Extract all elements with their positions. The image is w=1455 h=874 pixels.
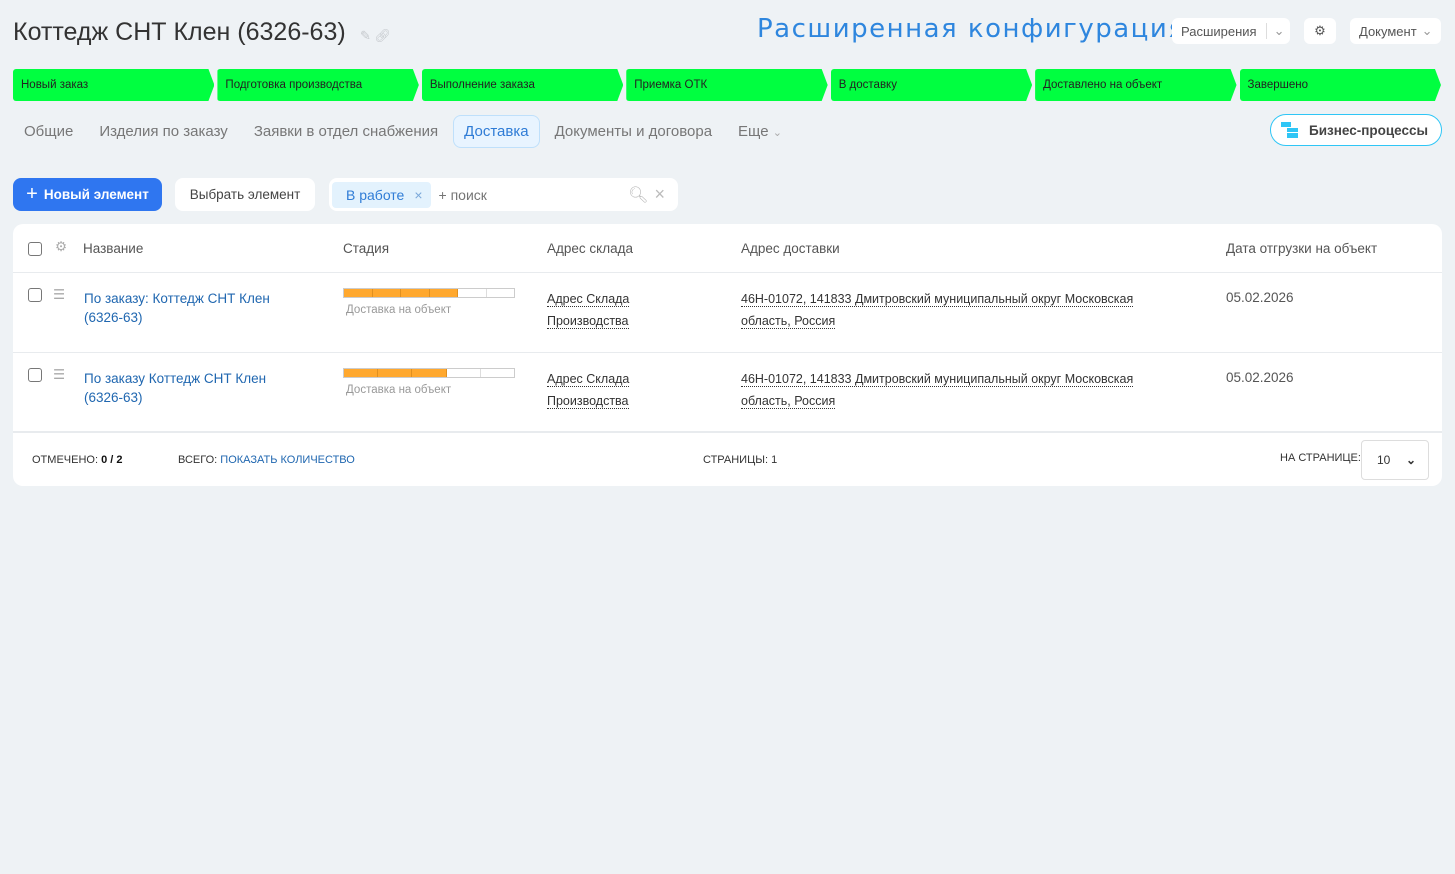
stage-item[interactable]: Доставлено на объект	[1035, 69, 1236, 101]
plus-icon: +	[26, 183, 38, 205]
search-input[interactable]	[438, 186, 629, 203]
table-row: ☰ По заказу: Коттедж СНТ Клен (6326-63) Д…	[13, 273, 1442, 353]
tab-products[interactable]: Изделия по заказу	[88, 115, 238, 148]
stage-item[interactable]: Новый заказ	[13, 69, 214, 101]
show-count-link[interactable]: ПОКАЗАТЬ КОЛИЧЕСТВО	[220, 454, 355, 466]
tab-more-label: Еще	[738, 123, 769, 140]
data-grid: ⚙ Название Стадия Адрес склада Адрес дос…	[13, 224, 1442, 486]
clear-icon[interactable]: ×	[654, 184, 665, 205]
row-name-link[interactable]: По заказу Коттедж СНТ Клен (6326-63)	[84, 369, 266, 407]
stage-label: Доставка на объект	[346, 384, 452, 396]
progress-bar	[343, 368, 515, 378]
row-checkbox[interactable]	[28, 288, 42, 302]
edit-icon[interactable]: ✎	[360, 28, 371, 43]
per-page-label: НА СТРАНИЦЕ:	[1280, 452, 1361, 464]
stage-item[interactable]: Приемка ОТК	[626, 69, 827, 101]
total-count: ВСЕГО: ПОКАЗАТЬ КОЛИЧЕСТВО	[178, 454, 355, 466]
stage-bar: Новый заказ Подготовка производства Выпо…	[13, 69, 1441, 101]
warehouse-address[interactable]: Адрес Склада Производства	[547, 288, 630, 332]
progress-bar	[343, 288, 515, 298]
per-page-select[interactable]: 10 ⌄	[1361, 440, 1429, 480]
extensions-label: Расширения	[1181, 23, 1257, 39]
tab-delivery[interactable]: Доставка	[453, 115, 540, 148]
page-title: Коттедж СНТ Клен (6326-63)	[13, 18, 346, 46]
pages: СТРАНИЦЫ: 1	[703, 454, 778, 466]
chevron-down-icon: ⌄	[772, 127, 782, 139]
business-processes-button[interactable]: Бизнес-процессы	[1270, 114, 1442, 146]
gear-icon: ⚙	[1314, 23, 1326, 38]
tab-more[interactable]: Еще ⌄	[727, 115, 793, 148]
marked-count: ОТМЕЧЕНО: 0 / 2	[32, 454, 123, 466]
document-label: Документ	[1359, 23, 1417, 39]
column-header[interactable]: Адрес склада	[547, 241, 633, 256]
delivery-address[interactable]: 46Н-01072, 141833 Дмитровский муниципаль…	[741, 368, 1134, 412]
per-page-value: 10	[1377, 453, 1391, 467]
search-box: В работе × 🔍︎ ×	[329, 178, 678, 211]
new-element-button[interactable]: + Новый элемент	[13, 178, 162, 211]
chevron-down-icon: ⌄	[1405, 453, 1416, 467]
delivery-address[interactable]: 46Н-01072, 141833 Дмитровский муниципаль…	[741, 288, 1134, 332]
row-name-link[interactable]: По заказу: Коттедж СНТ Клен (6326-63)	[84, 289, 270, 327]
row-checkbox[interactable]	[28, 368, 42, 382]
menu-icon[interactable]: ☰	[53, 287, 65, 303]
tabs: Общие Изделия по заказу Заявки в отдел с…	[13, 115, 793, 148]
document-button[interactable]: Документ ⌄	[1350, 18, 1441, 44]
column-header[interactable]: Название	[83, 241, 143, 256]
shipping-date: 05.02.2026	[1226, 370, 1294, 385]
column-header[interactable]: Адрес доставки	[741, 241, 840, 256]
business-processes-label: Бизнес-процессы	[1309, 122, 1429, 138]
column-header[interactable]: Дата отгрузки на объект	[1226, 241, 1377, 256]
close-icon[interactable]: ×	[414, 187, 422, 203]
menu-icon[interactable]: ☰	[53, 367, 65, 383]
shipping-date: 05.02.2026	[1226, 290, 1294, 305]
tab-documents[interactable]: Документы и договора	[544, 115, 723, 148]
stage-item[interactable]: Подготовка производства	[217, 69, 418, 101]
select-element-button[interactable]: Выбрать элемент	[175, 178, 315, 211]
select-all-checkbox[interactable]	[28, 242, 42, 256]
config-title: Расширенная конфигурация	[757, 14, 1186, 44]
filter-chip-label: В работе	[346, 186, 405, 203]
warehouse-address[interactable]: Адрес Склада Производства	[547, 368, 630, 412]
stage-item[interactable]: Завершено	[1240, 69, 1441, 101]
gear-icon[interactable]: ⚙	[55, 239, 67, 255]
chevron-down-icon: ⌄	[1265, 23, 1285, 39]
extensions-button[interactable]: Расширения ⌄	[1172, 18, 1290, 44]
table-row: ☰ По заказу Коттедж СНТ Клен (6326-63) До…	[13, 353, 1442, 433]
stage-item[interactable]: Выполнение заказа	[422, 69, 623, 101]
business-process-icon	[1281, 122, 1298, 138]
stage-label: Доставка на объект	[346, 304, 452, 316]
tab-general[interactable]: Общие	[13, 115, 84, 148]
table-header: ⚙ Название Стадия Адрес склада Адрес дос…	[13, 224, 1442, 273]
settings-button[interactable]: ⚙	[1304, 18, 1336, 44]
filter-chip[interactable]: В работе ×	[332, 181, 431, 208]
stage-item[interactable]: В доставку	[831, 69, 1032, 101]
search-icon[interactable]: 🔍︎	[628, 185, 648, 205]
link-icon[interactable]: 🔗︎	[375, 28, 392, 43]
column-header[interactable]: Стадия	[343, 241, 389, 256]
tab-supply-requests[interactable]: Заявки в отдел снабжения	[243, 115, 449, 148]
new-element-label: Новый элемент	[43, 187, 149, 202]
chevron-down-icon: ⌄	[1421, 23, 1433, 38]
